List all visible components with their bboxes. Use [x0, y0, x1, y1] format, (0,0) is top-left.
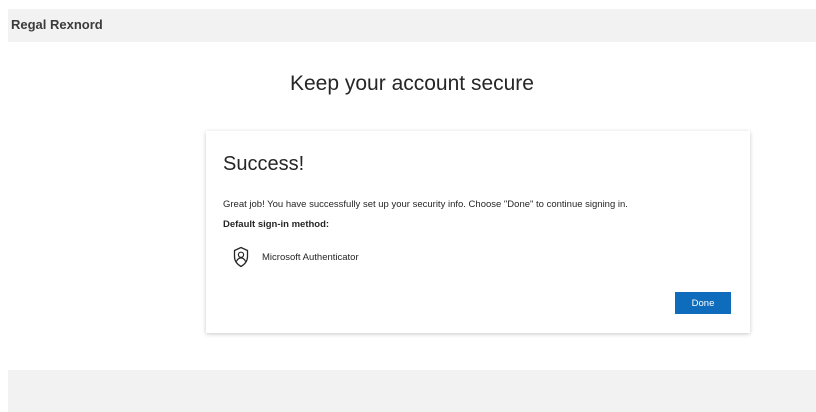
authenticator-icon — [231, 246, 251, 268]
sign-in-method: Microsoft Authenticator — [231, 246, 359, 268]
success-card: Success! Great job! You have successfull… — [206, 131, 750, 333]
header-bar: Regal Rexnord — [8, 9, 816, 42]
done-button[interactable]: Done — [675, 292, 731, 314]
page: Regal Rexnord Keep your account secure S… — [0, 0, 816, 412]
org-name: Regal Rexnord — [11, 17, 103, 32]
method-name: Microsoft Authenticator — [262, 251, 359, 263]
default-method-label: Default sign-in method: — [223, 219, 330, 230]
success-message: Great job! You have successfully set up … — [223, 199, 628, 210]
main-content: Keep your account secure Success! Great … — [8, 42, 816, 370]
card-title: Success! — [223, 153, 305, 175]
page-title: Keep your account secure — [290, 72, 534, 95]
footer-bar — [8, 370, 816, 412]
